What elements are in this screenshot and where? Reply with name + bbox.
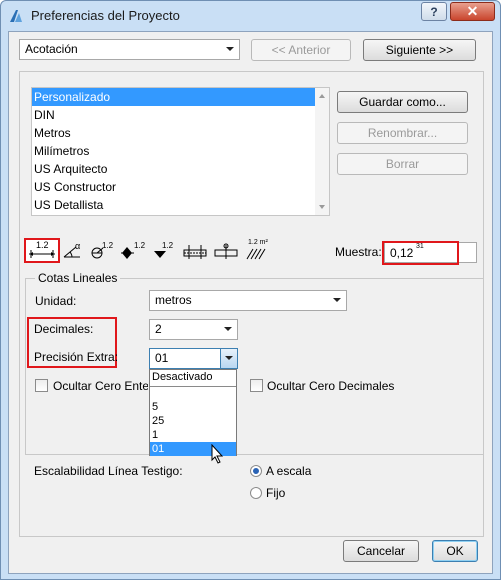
decimals-select[interactable]: 2 <box>149 319 238 340</box>
elevation-dimension-text: 1.2 <box>162 241 174 250</box>
sample-highlight <box>382 241 459 265</box>
chevron-down-icon <box>224 327 232 331</box>
precision-dropdown-list[interactable]: Desactivado 5 25 1 01 <box>149 369 237 456</box>
chevron-down-icon <box>225 356 233 360</box>
unit-value: metros <box>155 293 192 307</box>
chevron-down-icon <box>226 47 234 51</box>
linear-dimension-highlight <box>24 238 60 263</box>
fixed-radio[interactable] <box>250 487 262 499</box>
close-icon: ✕ <box>466 3 479 19</box>
hide-zero-decimals-checkbox[interactable] <box>250 379 263 392</box>
witness-line-label: Escalabilidad Línea Testigo: <box>34 464 183 478</box>
angular-dimension-text: α <box>75 241 81 251</box>
title-bar: Preferencias del Proyecto ? ✕ <box>1 1 500 31</box>
sill-height-dimension-icon[interactable] <box>212 241 240 261</box>
hide-zero-decimals-label: Ocultar Cero Decimales <box>267 379 395 393</box>
level-dimension-icon[interactable]: 1.2 <box>121 241 147 261</box>
area-dimension-icon[interactable]: 1.2 m² <box>245 239 271 261</box>
archicad-app-icon <box>10 10 22 22</box>
preset-item-metros[interactable]: Metros <box>32 124 329 142</box>
radial-dimension-icon[interactable]: 1.2 <box>89 241 115 261</box>
window-title: Preferencias del Proyecto <box>31 8 180 23</box>
precision-option-desactivado[interactable]: Desactivado <box>150 370 236 384</box>
level-dimension-text: 1.2 <box>134 241 146 250</box>
scroll-up-icon[interactable] <box>319 94 325 98</box>
scroll-down-icon[interactable] <box>319 205 325 209</box>
decimals-value: 2 <box>155 322 162 336</box>
save-as-button[interactable]: Guardar como... <box>337 91 468 113</box>
cancel-button[interactable]: Cancelar <box>343 540 419 562</box>
precision-option-5[interactable]: 5 <box>150 400 236 414</box>
category-select[interactable]: Acotación <box>19 39 240 60</box>
question-mark-icon: ? <box>430 4 438 19</box>
help-button[interactable]: ? <box>421 2 447 21</box>
angular-dimension-icon[interactable]: α <box>62 241 84 261</box>
preset-list[interactable]: Personalizado DIN Metros Milímetros US A… <box>31 87 330 216</box>
hide-zero-integer-label: Ocultar Cero Entero <box>53 379 148 393</box>
sample-label: Muestra: <box>335 245 382 259</box>
linear-group-title: Cotas Lineales <box>35 271 121 285</box>
area-dimension-text: 1.2 m² <box>248 239 268 246</box>
dropdown-separator <box>150 386 236 387</box>
preset-item-personalizado[interactable]: Personalizado <box>32 88 329 106</box>
mouse-cursor-icon <box>211 444 224 464</box>
precision-value: 01 <box>155 351 169 365</box>
preset-item-us-constructor[interactable]: US Constructor <box>32 178 329 196</box>
fixed-label: Fijo <box>266 486 286 500</box>
dialog-window: Preferencias del Proyecto ? ✕ Acotación … <box>0 0 501 580</box>
radial-dimension-text: 1.2 <box>102 241 114 250</box>
ok-button[interactable]: OK <box>432 540 478 562</box>
next-button[interactable]: Siguiente >> <box>363 39 476 61</box>
precision-label: Precisión Extra: <box>34 350 119 364</box>
hide-zero-integer-checkbox[interactable] <box>35 379 48 392</box>
dialog-body: Acotación << Anterior Siguiente >> Perso… <box>8 31 493 574</box>
to-scale-label: A escala <box>266 464 312 478</box>
precision-option-25[interactable]: 25 <box>150 414 236 428</box>
elevation-dimension-icon[interactable]: 1.2 <box>152 241 176 261</box>
preset-list-scrollbar[interactable] <box>315 88 329 215</box>
preset-item-us-arquitecto[interactable]: US Arquitecto <box>32 160 329 178</box>
close-button[interactable]: ✕ <box>450 2 495 21</box>
preset-item-milimetros[interactable]: Milímetros <box>32 142 329 160</box>
chevron-down-icon <box>333 298 341 302</box>
delete-button[interactable]: Borrar <box>337 153 468 175</box>
to-scale-radio[interactable] <box>250 465 262 477</box>
preset-item-us-detallista[interactable]: US Detallista <box>32 196 329 214</box>
unit-label: Unidad: <box>35 294 77 308</box>
category-value: Acotación <box>25 42 78 56</box>
rename-button[interactable]: Renombrar... <box>337 122 468 144</box>
precision-dropdown-button[interactable] <box>220 349 237 368</box>
decimals-label: Decimales: <box>34 322 94 336</box>
preset-item-din[interactable]: DIN <box>32 106 329 124</box>
door-window-dimension-icon[interactable] <box>181 241 209 261</box>
precision-option-1[interactable]: 1 <box>150 428 236 442</box>
precision-select[interactable]: 01 <box>149 348 238 369</box>
unit-select[interactable]: metros <box>149 290 347 311</box>
previous-button[interactable]: << Anterior <box>251 39 351 61</box>
